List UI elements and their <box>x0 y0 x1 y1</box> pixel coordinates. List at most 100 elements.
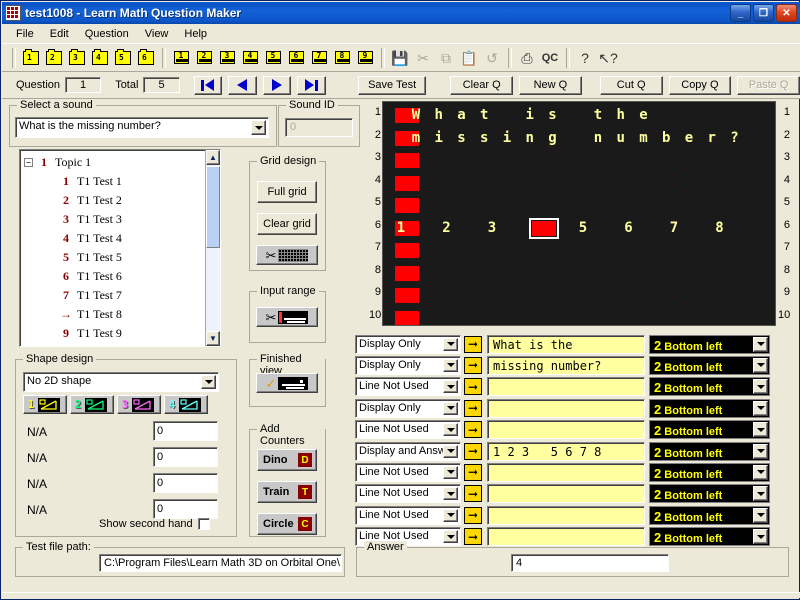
line-position-combobox[interactable]: 2 Bottom left <box>649 484 770 504</box>
line-mode-combobox[interactable]: Display Only <box>355 398 461 418</box>
counter-button-dino[interactable]: Dino D <box>257 449 317 471</box>
chevron-down-icon[interactable] <box>201 375 216 389</box>
counter-button-train[interactable]: Train T <box>257 481 317 503</box>
test-button-2[interactable]: 2 <box>193 47 215 69</box>
print-icon[interactable]: ⎙ <box>516 47 538 69</box>
line-text-field[interactable]: missing number? <box>487 355 645 375</box>
test-button-4[interactable]: 4 <box>239 47 261 69</box>
chevron-down-icon[interactable] <box>753 422 768 438</box>
help-icon[interactable]: ? <box>574 47 596 69</box>
copy-question-button[interactable]: Copy Q <box>668 75 732 95</box>
line-mode-combobox[interactable]: Line Not Used <box>355 484 461 504</box>
line-apply-arrow-icon[interactable]: ➞ <box>464 378 482 396</box>
grid-text-cell[interactable]: 7 <box>659 218 689 238</box>
line-mode-combobox[interactable]: Display Only <box>355 355 461 375</box>
line-mode-combobox[interactable]: Line Not Used <box>355 505 461 525</box>
save-test-button[interactable]: Save Test <box>357 75 427 95</box>
shape-param-field[interactable]: 0 <box>153 499 218 519</box>
line-position-combobox[interactable]: 2 Bottom left <box>649 334 770 354</box>
test-file-path-field[interactable]: C:\Program Files\Learn Math 3D on Orbita… <box>99 554 342 572</box>
clear-question-button[interactable]: Clear Q <box>450 75 514 95</box>
line-apply-arrow-icon[interactable]: ➞ <box>464 463 482 481</box>
input-range-tool-icon[interactable]: ✂ <box>256 307 318 327</box>
context-help-icon[interactable]: ↖? <box>597 47 619 69</box>
clear-grid-button[interactable]: Clear grid <box>257 213 317 235</box>
line-text-field[interactable] <box>487 484 645 504</box>
shape-swatch-1[interactable]: 1 <box>23 395 67 414</box>
menu-item-question[interactable]: Question <box>77 26 137 42</box>
tree-expander-icon[interactable]: − <box>24 158 33 167</box>
topic-button-5[interactable]: 5 <box>112 47 134 69</box>
topic-button-4[interactable]: 4 <box>89 47 111 69</box>
chevron-down-icon[interactable] <box>443 337 458 351</box>
grid-text-cell[interactable]: 8 <box>704 218 734 238</box>
line-position-combobox[interactable]: 2 Bottom left <box>649 527 770 547</box>
shape-swatch-4[interactable]: 4 <box>164 395 208 414</box>
test-button-5[interactable]: 5 <box>262 47 284 69</box>
tree-item[interactable]: → T1 Test 8 <box>20 305 220 324</box>
line-mode-combobox[interactable]: Display and Answer <box>355 441 461 461</box>
question-number-field[interactable]: 1 <box>65 77 102 93</box>
chevron-down-icon[interactable] <box>443 487 458 501</box>
line-mode-combobox[interactable]: Line Not Used <box>355 462 461 482</box>
line-position-combobox[interactable]: 2 Bottom left <box>649 398 770 418</box>
chevron-down-icon[interactable] <box>753 486 768 502</box>
test-button-8[interactable]: 8 <box>331 47 353 69</box>
chevron-down-icon[interactable] <box>251 120 266 135</box>
scroll-up-button[interactable]: ▲ <box>206 150 220 165</box>
paste-question-button[interactable]: Paste Q <box>737 75 800 95</box>
grid-marker-cell[interactable] <box>395 288 419 303</box>
counter-button-circle[interactable]: Circle C <box>257 513 317 535</box>
chevron-down-icon[interactable] <box>443 465 458 479</box>
line-position-combobox[interactable]: 2 Bottom left <box>649 505 770 525</box>
test-button-6[interactable]: 6 <box>285 47 307 69</box>
second-hand-checkbox[interactable] <box>197 518 210 530</box>
chevron-down-icon[interactable] <box>753 443 768 459</box>
chevron-down-icon[interactable] <box>443 508 458 522</box>
line-text-field[interactable] <box>487 420 645 440</box>
shape-param-field[interactable]: 0 <box>153 447 218 467</box>
topic-button-3[interactable]: 3 <box>66 47 88 69</box>
grid-canvas[interactable]: Wh a t i s t h e m i s s i n g n u m b e r? 1 2 3 5 6 7 8 <box>382 101 776 326</box>
line-mode-combobox[interactable]: Line Not Used <box>355 377 461 397</box>
tree-item[interactable]: 5 T1 Test 5 <box>20 248 220 267</box>
grid-text-cell[interactable]: s <box>537 105 567 125</box>
chevron-down-icon[interactable] <box>753 507 768 523</box>
grid-text-cell[interactable]: 3 <box>477 218 507 238</box>
chevron-down-icon[interactable] <box>753 529 768 545</box>
line-apply-arrow-icon[interactable]: ➞ <box>464 399 482 417</box>
second-hand-row[interactable]: Show second hand <box>99 518 210 530</box>
line-text-field[interactable] <box>487 527 645 547</box>
tree-scrollbar[interactable]: ▲ ▼ <box>205 150 220 346</box>
restore-button[interactable]: ❐ <box>753 4 774 22</box>
total-number-field[interactable]: 5 <box>143 77 180 93</box>
tree-item[interactable]: +2Topic 2 <box>20 343 220 346</box>
topic-button-2[interactable]: 2 <box>43 47 65 69</box>
full-grid-button[interactable]: Full grid <box>257 181 317 203</box>
line-text-field[interactable]: 1 2 3 5 6 7 8 <box>487 441 645 461</box>
grid-marker-cell[interactable] <box>395 265 419 281</box>
chevron-down-icon[interactable] <box>443 423 458 437</box>
close-button[interactable]: ✕ <box>776 4 797 22</box>
last-question-button[interactable] <box>297 75 326 95</box>
line-apply-arrow-icon[interactable]: ➞ <box>464 356 482 374</box>
grid-text-cell[interactable]: 6 <box>613 218 643 238</box>
save-icon[interactable]: 💾 <box>389 47 411 69</box>
menu-item-view[interactable]: View <box>137 26 177 42</box>
chevron-down-icon[interactable] <box>753 379 768 395</box>
test-button-3[interactable]: 3 <box>216 47 238 69</box>
line-apply-arrow-icon[interactable]: ➞ <box>464 335 482 353</box>
first-question-button[interactable] <box>193 75 223 95</box>
chevron-down-icon[interactable] <box>443 380 458 394</box>
chevron-down-icon[interactable] <box>753 357 768 373</box>
line-text-field[interactable] <box>487 462 645 482</box>
menu-item-help[interactable]: Help <box>176 26 215 42</box>
menu-item-edit[interactable]: Edit <box>42 26 77 42</box>
chevron-down-icon[interactable] <box>443 401 458 415</box>
topic-test-tree[interactable]: −1 Topic 1 1 T1 Test 1 2 T1 Test 2 3 T1 Test 34… <box>19 149 221 347</box>
question-display-grid[interactable]: 1 2 3 4 5 6 7 8 9 10 Wh a t i s t h e m i s s i n g n u m b e r? 1 2 3 5 6… <box>369 101 790 326</box>
line-text-field[interactable] <box>487 377 645 397</box>
minimize-button[interactable]: _ <box>730 4 751 22</box>
cut-question-button[interactable]: Cut Q <box>599 75 663 95</box>
previous-question-button[interactable] <box>228 75 257 95</box>
